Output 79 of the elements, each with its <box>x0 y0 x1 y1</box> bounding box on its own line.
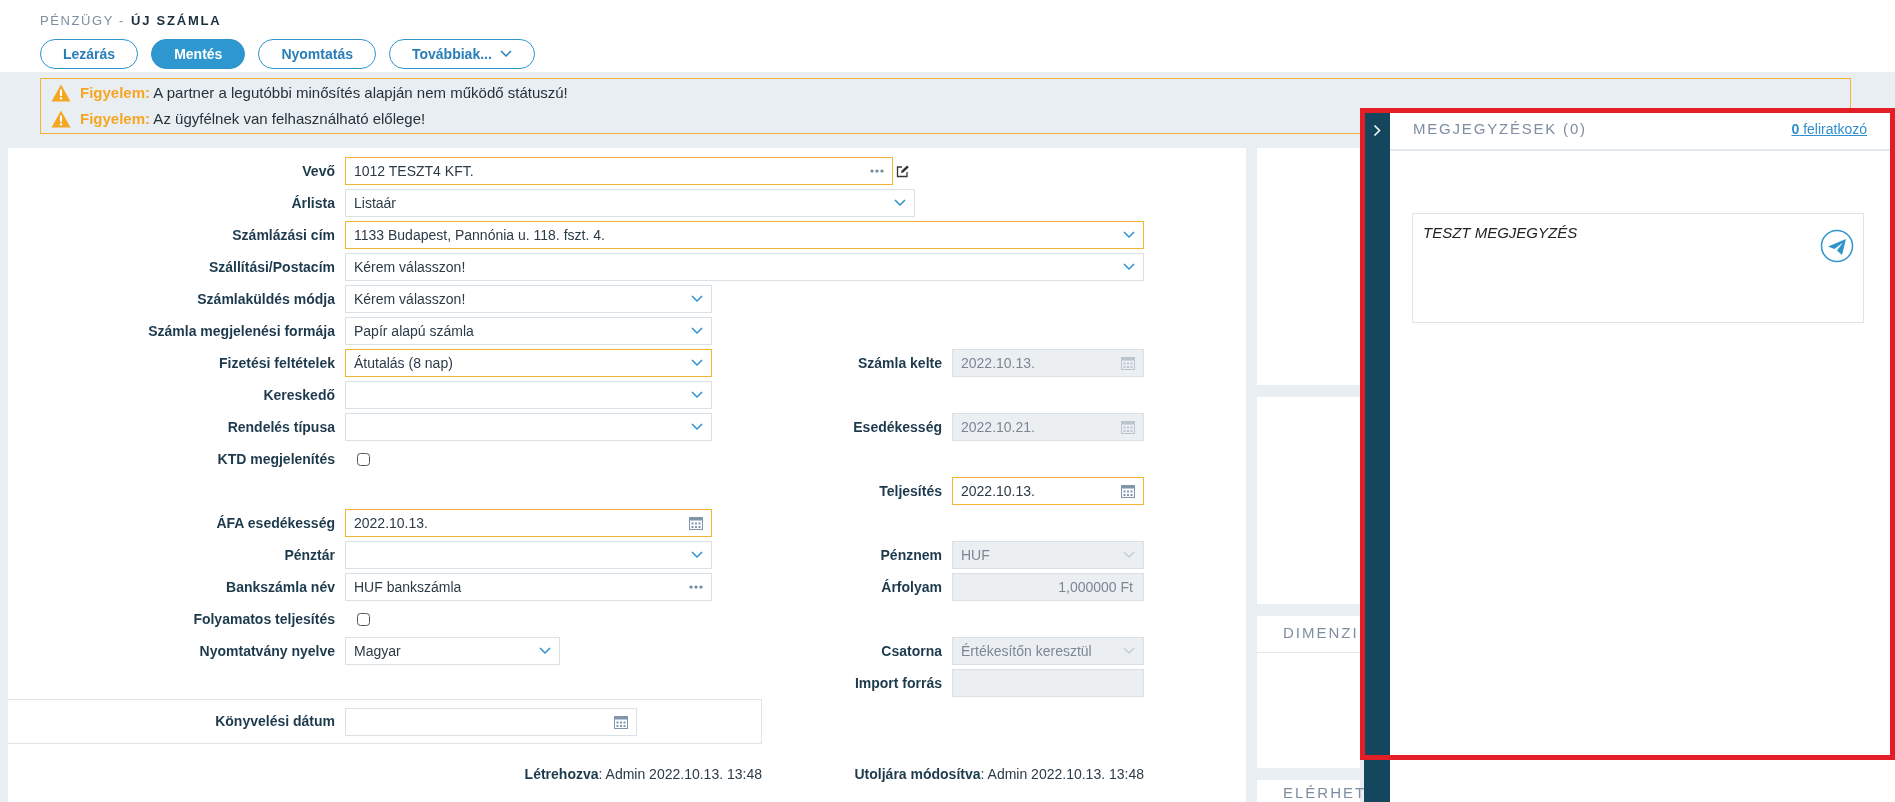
field-label: KTD megjelenítés <box>216 449 335 469</box>
field-label: Vevő <box>301 161 335 181</box>
subscribers-link[interactable]: 0 feliratkozó <box>1791 119 1867 140</box>
ellipsis-icon <box>870 169 884 173</box>
calendar-icon <box>689 516 703 530</box>
warning-message: Figyelem: A partner a legutóbbi minősítés alapján nem működő státuszú! <box>80 82 568 103</box>
chevron-down-icon <box>894 199 906 207</box>
date-field[interactable]: 2022.10.13. <box>952 477 1144 505</box>
chevron-down-icon <box>1123 647 1135 655</box>
calendar-icon <box>1121 420 1135 434</box>
field-label: Folyamatos teljesítés <box>192 609 335 629</box>
select-field[interactable] <box>345 413 712 441</box>
date-field[interactable] <box>345 707 637 736</box>
chevron-down-icon <box>539 647 551 655</box>
page-title: ÚJ SZÁMLA <box>130 13 222 28</box>
field-label: Bankszámla név <box>225 577 335 597</box>
chevron-down-icon <box>1123 551 1135 559</box>
ellipsis-icon <box>689 585 703 589</box>
field-label: Árfolyam <box>880 577 942 597</box>
audit-info: Utoljára módosítva: Admin 2022.10.13. 13:48 <box>853 765 1144 784</box>
warning-message: Figyelem: Az ügyfélnek van felhasználható előlege! <box>80 109 426 129</box>
warning-icon <box>51 83 71 102</box>
audit-info: Létrehozva: Admin 2022.10.13. 13:48 <box>523 765 762 784</box>
chevron-right-icon <box>1373 124 1381 137</box>
select-field[interactable]: Átutalás (8 nap) <box>345 349 712 377</box>
field-label: Pénznem <box>879 545 942 565</box>
collapse-button[interactable] <box>1373 124 1381 138</box>
date-field[interactable]: 2022.10.13. <box>345 509 712 537</box>
chevron-down-icon <box>1123 231 1135 239</box>
card-title: DIMENZI <box>1257 616 1360 653</box>
calendar-icon <box>1121 484 1135 498</box>
field-label: Rendelés típusa <box>226 417 335 437</box>
chevron-down-icon <box>691 423 703 431</box>
field-label: Pénztár <box>283 545 335 565</box>
dropdown-button[interactable]: Továbbiak... <box>389 39 535 69</box>
select-field[interactable]: Kérem válasszon! <box>345 253 1144 281</box>
select-field[interactable] <box>345 541 712 569</box>
breadcrumb-section[interactable]: PÉNZÜGY - <box>40 13 125 28</box>
checkbox[interactable] <box>357 452 370 466</box>
chevron-down-icon <box>499 50 512 58</box>
field-label: ÁFA esedékesség <box>215 513 335 533</box>
panel-title: MEGJEGYZÉSEK (0) <box>1413 119 1587 140</box>
field-label: Számla kelte <box>856 353 942 373</box>
field-label: Import forrás <box>853 673 942 693</box>
checkbox[interactable] <box>357 612 370 626</box>
field-label: Fizetési feltételek <box>218 353 335 373</box>
field-label: Árlista <box>290 193 335 213</box>
calendar-icon <box>1121 356 1135 370</box>
chevron-down-icon <box>691 295 703 303</box>
field-label: Kereskedő <box>262 385 335 405</box>
send-button[interactable] <box>1820 229 1854 263</box>
select-field[interactable] <box>345 381 712 409</box>
chevron-down-icon <box>691 551 703 559</box>
send-icon <box>1820 229 1854 263</box>
field-label: Nyomtatvány nyelve <box>198 641 335 661</box>
field-label: Teljesítés <box>878 481 942 501</box>
lookup-field[interactable]: HUF bankszámla <box>345 573 712 601</box>
chevron-down-icon <box>1123 263 1135 271</box>
warning-icon <box>51 110 71 129</box>
lookup-field[interactable]: 1012 TESZT4 KFT. <box>345 157 893 185</box>
chevron-down-icon <box>691 391 703 399</box>
field-label: Szállítási/Postacím <box>207 257 335 277</box>
field-label: Könyvelési dátum <box>214 712 335 731</box>
field-label: Esedékesség <box>852 417 942 437</box>
calendar-icon <box>614 714 628 729</box>
toolbar-button[interactable]: Lezárás <box>40 39 139 69</box>
chevron-down-icon <box>691 327 703 335</box>
select-field[interactable]: Listaár <box>345 189 915 217</box>
select-field[interactable]: Magyar <box>345 637 560 665</box>
field-label: Számla megjelenési formája <box>147 321 335 341</box>
select-field[interactable]: 1133 Budapest, Pannónia u. 118. fszt. 4. <box>345 221 1144 249</box>
select-field[interactable]: Papír alapú számla <box>345 317 712 345</box>
select-field[interactable]: Kérem válasszon! <box>345 285 712 313</box>
chevron-down-icon <box>691 359 703 367</box>
field-label: Csatorna <box>880 641 942 661</box>
toolbar-button[interactable]: Nyomtatás <box>258 39 376 69</box>
field-label: Számlázási cím <box>231 225 335 245</box>
field-label: Számlaküldés módja <box>196 289 335 309</box>
comment-field[interactable]: TESZT MEGJEGYZÉS <box>1412 213 1864 323</box>
